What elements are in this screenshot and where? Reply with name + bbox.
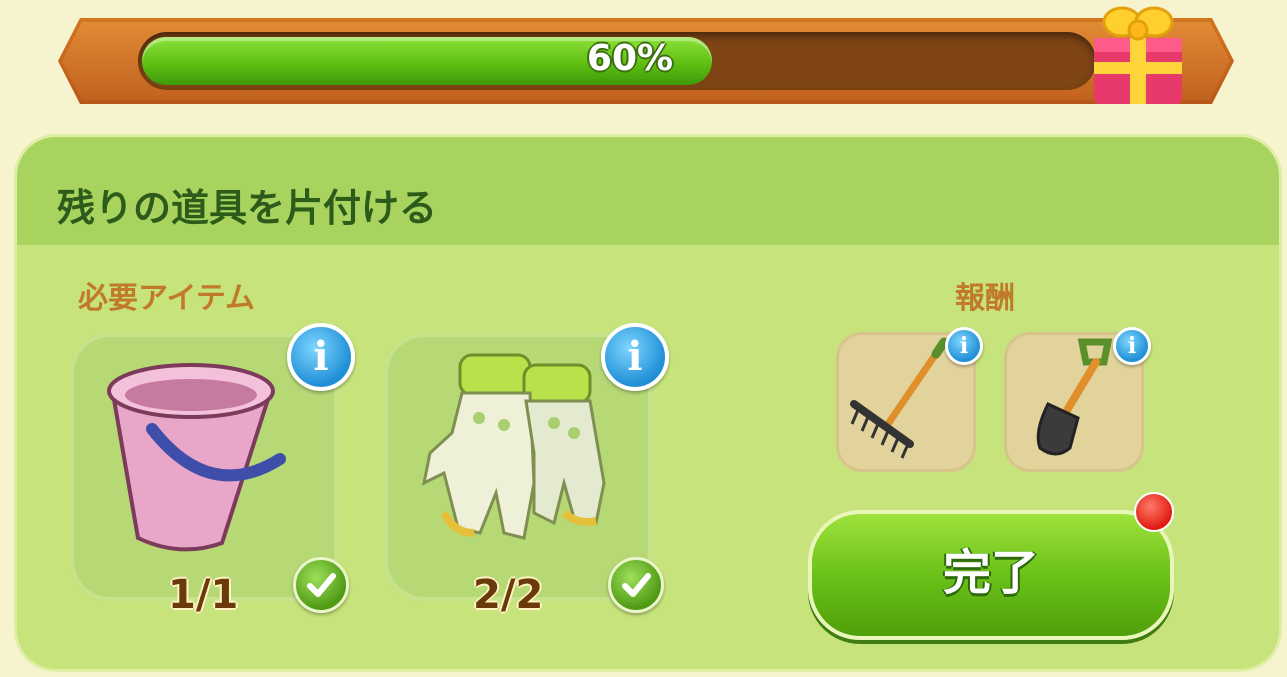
progress-label: 60% xyxy=(586,38,674,79)
info-icon[interactable]: i xyxy=(1113,327,1151,365)
info-icon[interactable]: i xyxy=(287,323,355,391)
rewards-label: 報酬 xyxy=(955,281,1015,316)
task-title: 残りの道具を片付ける xyxy=(57,186,438,230)
checkmark-icon xyxy=(293,557,349,613)
gift-box-icon[interactable] xyxy=(1084,0,1192,110)
info-icon[interactable]: i xyxy=(945,327,983,365)
checkmark-icon xyxy=(608,557,664,613)
required-items-label: 必要アイテム xyxy=(78,281,255,316)
info-icon[interactable]: i xyxy=(601,323,669,391)
item-count: 1/1 xyxy=(168,572,239,618)
item-count: 2/2 xyxy=(473,572,544,618)
notification-badge xyxy=(1134,492,1174,532)
complete-button[interactable]: 完了 xyxy=(808,510,1174,640)
